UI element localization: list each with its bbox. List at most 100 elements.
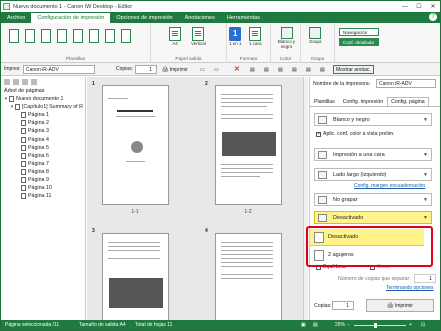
zoom-out-icon[interactable]: − xyxy=(347,320,350,330)
zoom-in-icon[interactable]: + xyxy=(409,320,412,330)
tree-page[interactable]: Página 1 xyxy=(1,111,85,119)
text-line xyxy=(221,102,274,103)
printer-icon: 🖨 xyxy=(162,67,169,73)
staple-icon xyxy=(318,196,327,204)
maximize-button[interactable]: ☐ xyxy=(412,1,426,12)
expand-icon[interactable] xyxy=(4,79,10,85)
staple-select[interactable]: No grapar ▼ xyxy=(314,193,432,206)
color-mode-select[interactable]: Blanco y negro ▼ xyxy=(314,113,432,126)
fit-page-icon[interactable]: ⊡ xyxy=(421,320,425,330)
zoom-slider[interactable] xyxy=(354,323,406,328)
printer-select[interactable]: Canon iR-ADV xyxy=(23,65,95,74)
page-thumbnail[interactable] xyxy=(102,85,169,205)
copias-separar-input[interactable]: 1 xyxy=(414,274,436,283)
tree-page[interactable]: Página 2 xyxy=(1,119,85,127)
color-group: Blanco y negro Color xyxy=(271,23,301,63)
binding-select[interactable]: Lado largo (izquierdo) ▼ xyxy=(314,168,432,181)
app-icon xyxy=(3,3,10,10)
tree-page[interactable]: Página 7 xyxy=(1,160,85,168)
down-icon[interactable] xyxy=(31,79,37,85)
tab-archivo[interactable]: Archivo xyxy=(1,13,31,23)
text-line xyxy=(221,176,261,177)
printer-name-select[interactable]: Canon iR-ADV xyxy=(376,79,436,88)
tree-root[interactable]: ▾ Nuevo documento 1 xyxy=(1,95,85,103)
collapse-icon[interactable] xyxy=(13,79,19,85)
text-line xyxy=(221,262,274,263)
tab-plantillas[interactable]: Plantillas xyxy=(310,97,339,106)
output-size-status: Tamaño de salida:A4 xyxy=(79,322,126,328)
tree-page[interactable]: Página 10 xyxy=(1,184,85,192)
tab-config-pagina[interactable]: Config. página xyxy=(387,97,429,106)
tree-chapter[interactable]: ▾ [Capítulo1] Summary of R xyxy=(1,103,85,111)
page-tool-button[interactable]: ▤ xyxy=(261,65,272,74)
tree-page[interactable]: Página 11 xyxy=(1,192,85,200)
layout-button[interactable]: 1 1 en 1 xyxy=(229,27,242,46)
config-margen-link[interactable]: Config. margen encuadernación xyxy=(354,183,425,189)
tree-page[interactable]: Página 9 xyxy=(1,176,85,184)
tab-herramientas[interactable]: Herramientas xyxy=(221,13,266,23)
template-thumb[interactable] xyxy=(9,29,19,43)
imprimir-button[interactable]: 🖨 Imprimir xyxy=(366,299,434,312)
tab-config-impresion[interactable]: Config. impresión xyxy=(339,97,387,106)
conf-detallada-button[interactable]: Conf. detallada xyxy=(339,38,379,46)
printer-name-label: Nombre de la impresora: xyxy=(313,81,371,87)
punch-select[interactable]: Desactivado ▼ xyxy=(314,211,432,224)
tab-configuracion-impresion[interactable]: Configuración de impresión xyxy=(31,13,111,23)
template-gallery[interactable] xyxy=(9,29,131,43)
view-mode-button[interactable]: ▭ xyxy=(197,65,208,74)
aplic-conf-checkbox[interactable]: Aplic. conf. color a vista prelim. xyxy=(316,131,395,137)
text-line xyxy=(221,274,274,275)
vertical-scrollbar[interactable] xyxy=(303,77,308,320)
template-thumb[interactable] xyxy=(41,29,51,43)
copias-label: Copias: xyxy=(314,303,332,309)
template-thumb[interactable] xyxy=(89,29,99,43)
duplex-button[interactable]: 1 cara xyxy=(249,27,262,46)
view-mode-icon[interactable]: ▣ xyxy=(301,320,306,330)
tree-page[interactable]: Página 4 xyxy=(1,135,85,143)
template-thumb[interactable] xyxy=(105,29,115,43)
template-thumb[interactable] xyxy=(57,29,67,43)
page-tool-button[interactable]: ▤ xyxy=(289,65,300,74)
text-line xyxy=(108,98,128,99)
page-thumbnail[interactable] xyxy=(215,233,282,320)
template-thumb[interactable] xyxy=(25,29,35,43)
checkbox-icon[interactable] xyxy=(316,131,321,137)
paper-size-button[interactable]: A4 xyxy=(169,27,181,46)
page-tool-button[interactable]: ▤ xyxy=(303,65,314,74)
page-tool-button[interactable]: ▤ xyxy=(247,65,258,74)
copias-input[interactable]: 1 xyxy=(332,301,354,310)
view-mode-button[interactable]: ▭ xyxy=(211,65,222,74)
page-thumbnail[interactable] xyxy=(102,233,169,320)
page-preview-area[interactable]: 1 2 1-1 1-2 3 4 xyxy=(87,77,308,320)
tree-page[interactable]: Página 6 xyxy=(1,152,85,160)
template-thumb[interactable] xyxy=(73,29,83,43)
navegacion-button[interactable]: Navegación xyxy=(339,28,379,36)
tree-page[interactable]: Página 3 xyxy=(1,127,85,135)
up-icon[interactable] xyxy=(22,79,28,85)
tree-title: Árbol de páginas xyxy=(4,88,45,94)
template-thumb[interactable] xyxy=(121,29,131,43)
tree-page[interactable]: Página 8 xyxy=(1,168,85,176)
page-tool-button[interactable]: ▤ xyxy=(275,65,286,74)
copias-input[interactable]: 1 xyxy=(135,65,157,74)
delete-icon[interactable]: ✕ xyxy=(231,65,243,74)
page-tool-button[interactable]: ▤ xyxy=(317,65,328,74)
page-thumbnail[interactable] xyxy=(215,85,282,205)
close-button[interactable]: ✕ xyxy=(426,1,440,12)
orientation-button[interactable]: Vertical xyxy=(191,27,206,46)
tab-anotaciones[interactable]: Anotaciones xyxy=(179,13,221,23)
tree-page[interactable]: Página 5 xyxy=(1,144,85,152)
terminando-opciones-link[interactable]: Terminando opciones xyxy=(386,285,434,291)
tab-opciones-impresion[interactable]: Opciones de impresión xyxy=(110,13,178,23)
print-button[interactable]: 🖨 Imprimir xyxy=(159,65,191,74)
staple-button[interactable]: Grapa xyxy=(309,27,322,44)
help-icon[interactable]: ? xyxy=(429,13,437,21)
ribbon-tab-bar: Archivo Configuración de impresión Opcio… xyxy=(1,12,440,23)
minimize-button[interactable]: — xyxy=(398,1,412,12)
color-mode-button[interactable]: Blanco y negro xyxy=(273,27,300,49)
print-mode-select[interactable]: Impresión a una cara ▼ xyxy=(314,148,432,161)
view-mode-icon[interactable]: ▤ xyxy=(313,320,318,330)
mostrar-anotac-toggle[interactable]: Mostrar anotac. xyxy=(333,65,374,74)
page-icon xyxy=(21,112,26,119)
impres-label: Impres: xyxy=(4,66,21,72)
